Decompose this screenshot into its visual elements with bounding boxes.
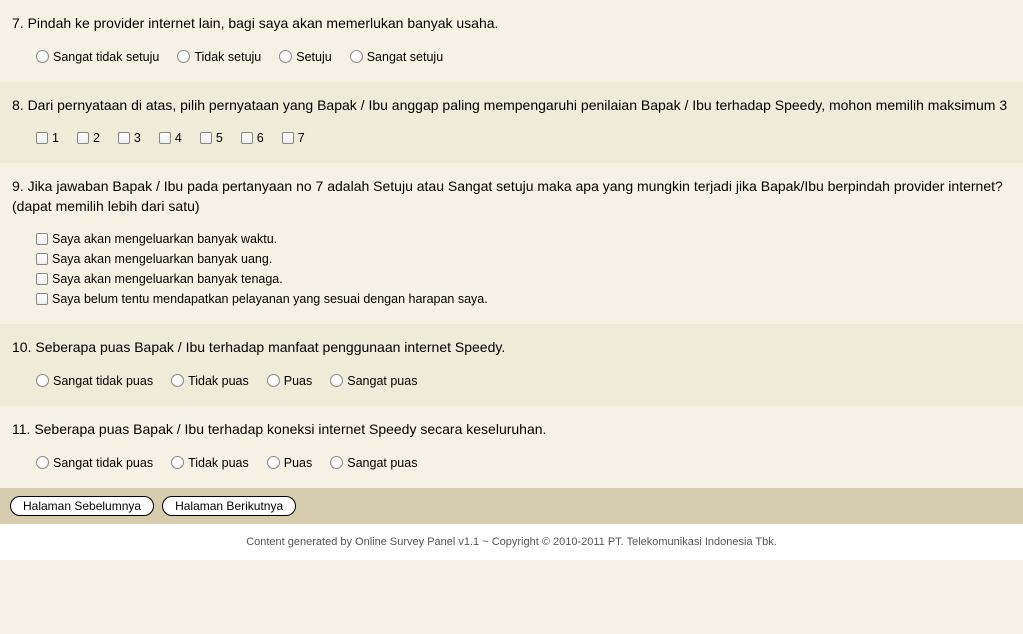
radio-icon [267,456,280,469]
question-7-options: Sangat tidak setuju Tidak setuju Setuju … [12,50,1011,64]
checkbox-icon [36,293,48,305]
checkbox-icon [36,273,48,285]
option-label: 5 [216,131,223,145]
question-9-options: Saya akan mengeluarkan banyak waktu. Say… [12,232,1011,306]
navigation-bar: Halaman Sebelumnya Halaman Berikutnya [0,488,1023,524]
radio-icon [330,456,343,469]
option-label: 1 [52,131,59,145]
next-page-button[interactable]: Halaman Berikutnya [162,496,296,516]
checkbox-icon [200,132,212,144]
question-9: 9. Jika jawaban Bapak / Ibu pada pertany… [0,163,1023,324]
option-label: Puas [284,374,313,388]
question-8-options: 1 2 3 4 5 6 7 [12,131,1011,145]
radio-icon [36,50,49,63]
option-label: Tidak puas [188,456,249,470]
radio-icon [171,374,184,387]
checkbox-icon [36,233,48,245]
option-label: 4 [175,131,182,145]
q8-option-0[interactable]: 1 [36,131,59,145]
option-label: Sangat setuju [367,50,443,64]
option-label: Sangat puas [347,374,417,388]
q11-option-1[interactable]: Tidak puas [171,456,249,470]
q7-option-3[interactable]: Sangat setuju [350,50,443,64]
checkbox-icon [118,132,130,144]
option-label: 6 [257,131,264,145]
option-label: 7 [298,131,305,145]
option-label: Saya akan mengeluarkan banyak tenaga. [52,272,283,286]
option-label: Saya akan mengeluarkan banyak uang. [52,252,272,266]
radio-icon [279,50,292,63]
footer-text: Content generated by Online Survey Panel… [246,536,777,548]
option-label: Sangat tidak puas [53,374,153,388]
question-11-text: 11. Seberapa puas Bapak / Ibu terhadap k… [12,420,1011,440]
previous-page-button[interactable]: Halaman Sebelumnya [10,496,154,516]
radio-icon [36,374,49,387]
option-label: Tidak puas [188,374,249,388]
radio-icon [177,50,190,63]
question-11: 11. Seberapa puas Bapak / Ibu terhadap k… [0,406,1023,488]
q9-option-3[interactable]: Saya belum tentu mendapatkan pelayanan y… [36,292,1011,306]
q9-option-0[interactable]: Saya akan mengeluarkan banyak waktu. [36,232,1011,246]
option-label: Sangat tidak setuju [53,50,159,64]
checkbox-icon [36,253,48,265]
question-11-options: Sangat tidak puas Tidak puas Puas Sangat… [12,456,1011,470]
checkbox-icon [36,132,48,144]
q10-option-0[interactable]: Sangat tidak puas [36,374,153,388]
question-7: 7. Pindah ke provider internet lain, bag… [0,0,1023,82]
question-10-options: Sangat tidak puas Tidak puas Puas Sangat… [12,374,1011,388]
option-label: Sangat puas [347,456,417,470]
q9-option-2[interactable]: Saya akan mengeluarkan banyak tenaga. [36,272,1011,286]
q7-option-0[interactable]: Sangat tidak setuju [36,50,159,64]
question-9-text: 9. Jika jawaban Bapak / Ibu pada pertany… [12,177,1011,216]
footer: Content generated by Online Survey Panel… [0,524,1023,560]
q8-option-6[interactable]: 7 [282,131,305,145]
radio-icon [267,374,280,387]
checkbox-icon [241,132,253,144]
q9-option-1[interactable]: Saya akan mengeluarkan banyak uang. [36,252,1011,266]
q10-option-1[interactable]: Tidak puas [171,374,249,388]
option-label: Tidak setuju [194,50,261,64]
q10-option-2[interactable]: Puas [267,374,313,388]
question-10: 10. Seberapa puas Bapak / Ibu terhadap m… [0,324,1023,406]
q8-option-3[interactable]: 4 [159,131,182,145]
option-label: Saya belum tentu mendapatkan pelayanan y… [52,292,488,306]
radio-icon [330,374,343,387]
option-label: Sangat tidak puas [53,456,153,470]
question-8-text: 8. Dari pernyataan di atas, pilih pernya… [12,96,1011,116]
checkbox-icon [159,132,171,144]
q11-option-0[interactable]: Sangat tidak puas [36,456,153,470]
q10-option-3[interactable]: Sangat puas [330,374,417,388]
checkbox-icon [282,132,294,144]
question-10-text: 10. Seberapa puas Bapak / Ibu terhadap m… [12,338,1011,358]
option-label: Puas [284,456,313,470]
question-7-text: 7. Pindah ke provider internet lain, bag… [12,14,1011,34]
q11-option-2[interactable]: Puas [267,456,313,470]
radio-icon [36,456,49,469]
q7-option-1[interactable]: Tidak setuju [177,50,261,64]
q11-option-3[interactable]: Sangat puas [330,456,417,470]
q8-option-5[interactable]: 6 [241,131,264,145]
checkbox-icon [77,132,89,144]
q8-option-2[interactable]: 3 [118,131,141,145]
radio-icon [171,456,184,469]
q7-option-2[interactable]: Setuju [279,50,331,64]
radio-icon [350,50,363,63]
option-label: Setuju [296,50,331,64]
q8-option-1[interactable]: 2 [77,131,100,145]
option-label: 2 [93,131,100,145]
option-label: 3 [134,131,141,145]
option-label: Saya akan mengeluarkan banyak waktu. [52,232,277,246]
question-8: 8. Dari pernyataan di atas, pilih pernya… [0,82,1023,164]
q8-option-4[interactable]: 5 [200,131,223,145]
